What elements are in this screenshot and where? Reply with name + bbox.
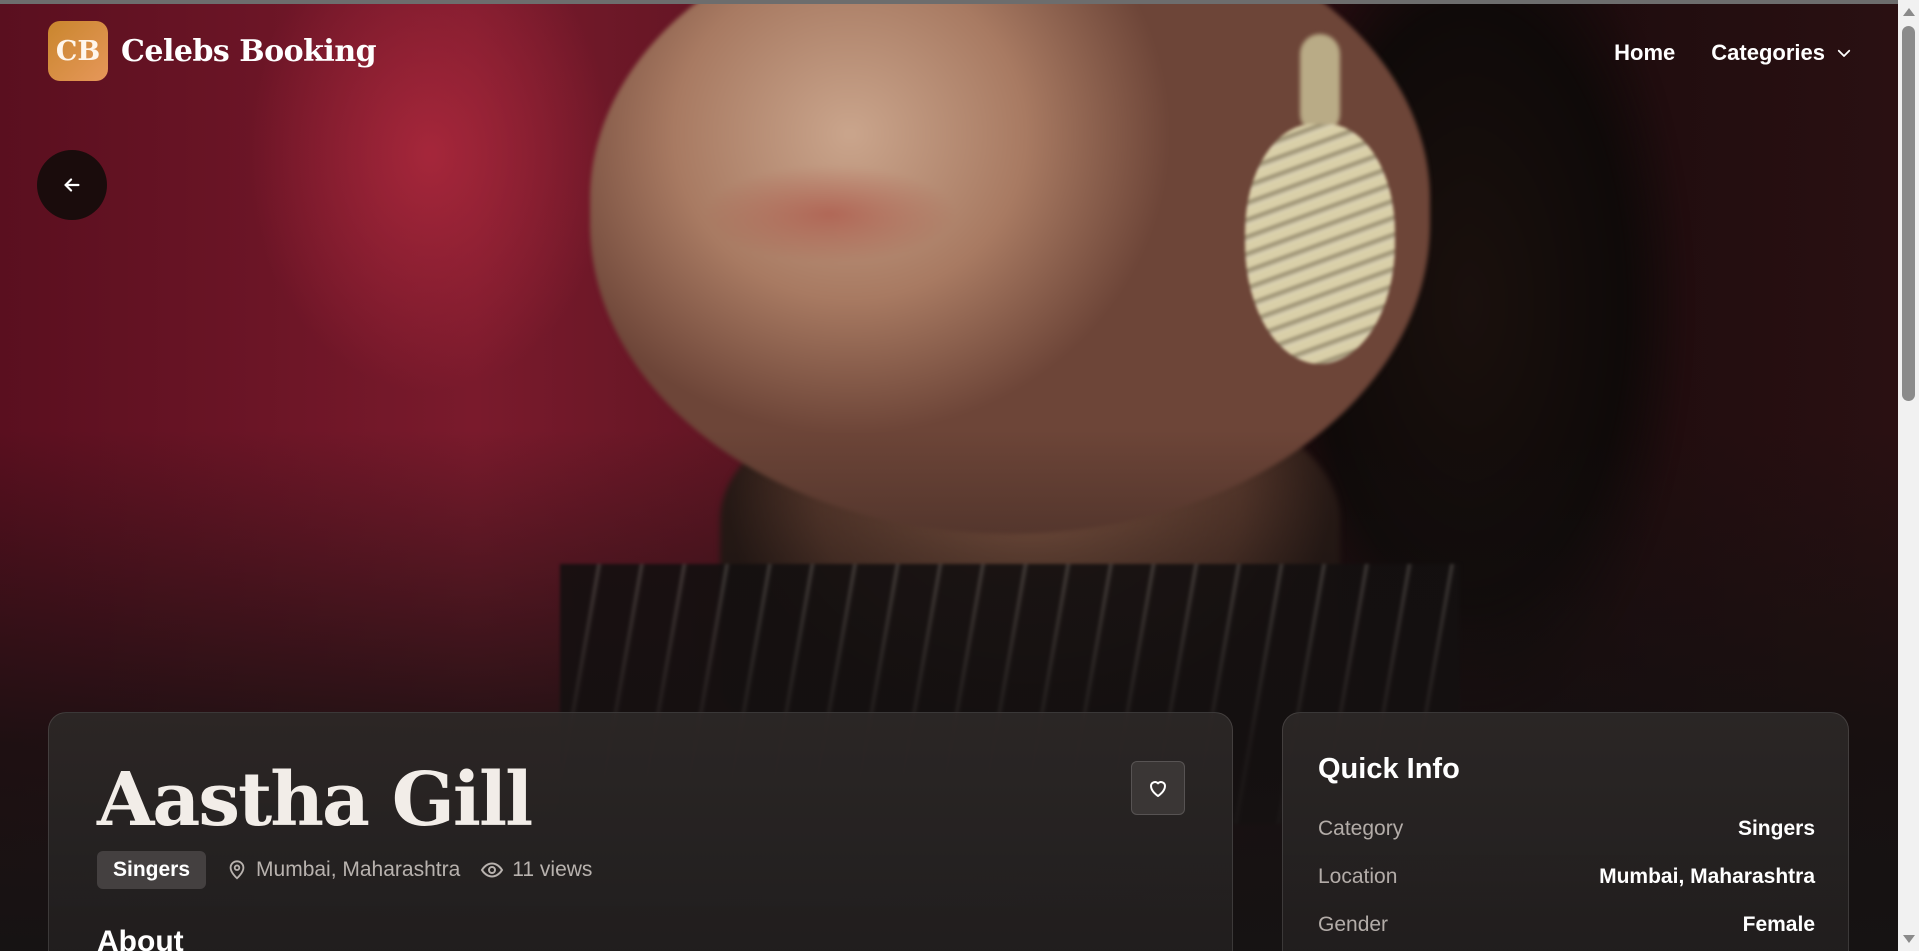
map-pin-icon	[229, 860, 245, 880]
profile-card: Aastha Gill Singers Mumbai, Maharashtra …	[48, 712, 1233, 951]
quick-info-row-gender: Gender Female	[1318, 913, 1815, 937]
scrollbar-thumb[interactable]	[1902, 26, 1915, 401]
category-badge[interactable]: Singers	[97, 851, 207, 889]
page-scrollbar[interactable]	[1898, 0, 1919, 951]
nav-home-label: Home	[1614, 40, 1676, 65]
scroll-up-arrow[interactable]	[1903, 8, 1915, 16]
quick-info-value: Singers	[1737, 817, 1815, 840]
quick-info-value: Mumbai, Maharashtra	[1599, 865, 1815, 888]
views-info: 11 views	[480, 858, 592, 882]
views-text: 11 views	[512, 858, 593, 881]
quick-info-label: Category	[1318, 817, 1404, 840]
celebrity-name: Aastha Gill	[97, 757, 533, 843]
logo-mark: CB	[48, 21, 108, 81]
brand-name: Celebs Booking	[121, 33, 377, 69]
hero-earring	[1245, 124, 1395, 364]
quick-info-row-category: Category Singers	[1318, 817, 1815, 841]
main-nav: Home Categories	[1614, 40, 1853, 66]
nav-home-link[interactable]: Home	[1614, 40, 1675, 66]
scroll-down-arrow[interactable]	[1903, 935, 1915, 943]
arrow-left-icon	[64, 178, 80, 192]
site-header: CB Celebs Booking Home Categories	[0, 4, 1898, 94]
hero-neck	[720, 384, 1340, 724]
quick-info-card: Quick Info Category Singers Location Mum…	[1282, 712, 1849, 951]
favorite-button[interactable]	[1131, 761, 1185, 815]
back-button[interactable]	[37, 150, 107, 220]
location-text: Mumbai, Maharashtra	[256, 858, 461, 881]
profile-meta: Singers Mumbai, Maharashtra 11 views	[97, 851, 592, 889]
quick-info-value: Female	[1742, 913, 1815, 936]
quick-info-label: Location	[1318, 865, 1398, 888]
heart-icon	[1150, 781, 1166, 797]
top-border	[0, 0, 1919, 4]
eye-icon	[481, 862, 504, 878]
hero-hair	[1270, 4, 1690, 744]
location-info: Mumbai, Maharashtra	[226, 858, 460, 882]
brand-logo[interactable]: CB Celebs Booking	[48, 21, 377, 81]
quick-info-title: Quick Info	[1318, 753, 1460, 785]
chevron-down-icon	[1837, 49, 1851, 57]
quick-info-row-location: Location Mumbai, Maharashtra	[1318, 865, 1815, 889]
nav-categories-dropdown[interactable]: Categories	[1711, 40, 1853, 66]
about-heading: About	[97, 925, 184, 951]
nav-categories-label: Categories	[1711, 40, 1825, 65]
quick-info-label: Gender	[1318, 913, 1389, 936]
